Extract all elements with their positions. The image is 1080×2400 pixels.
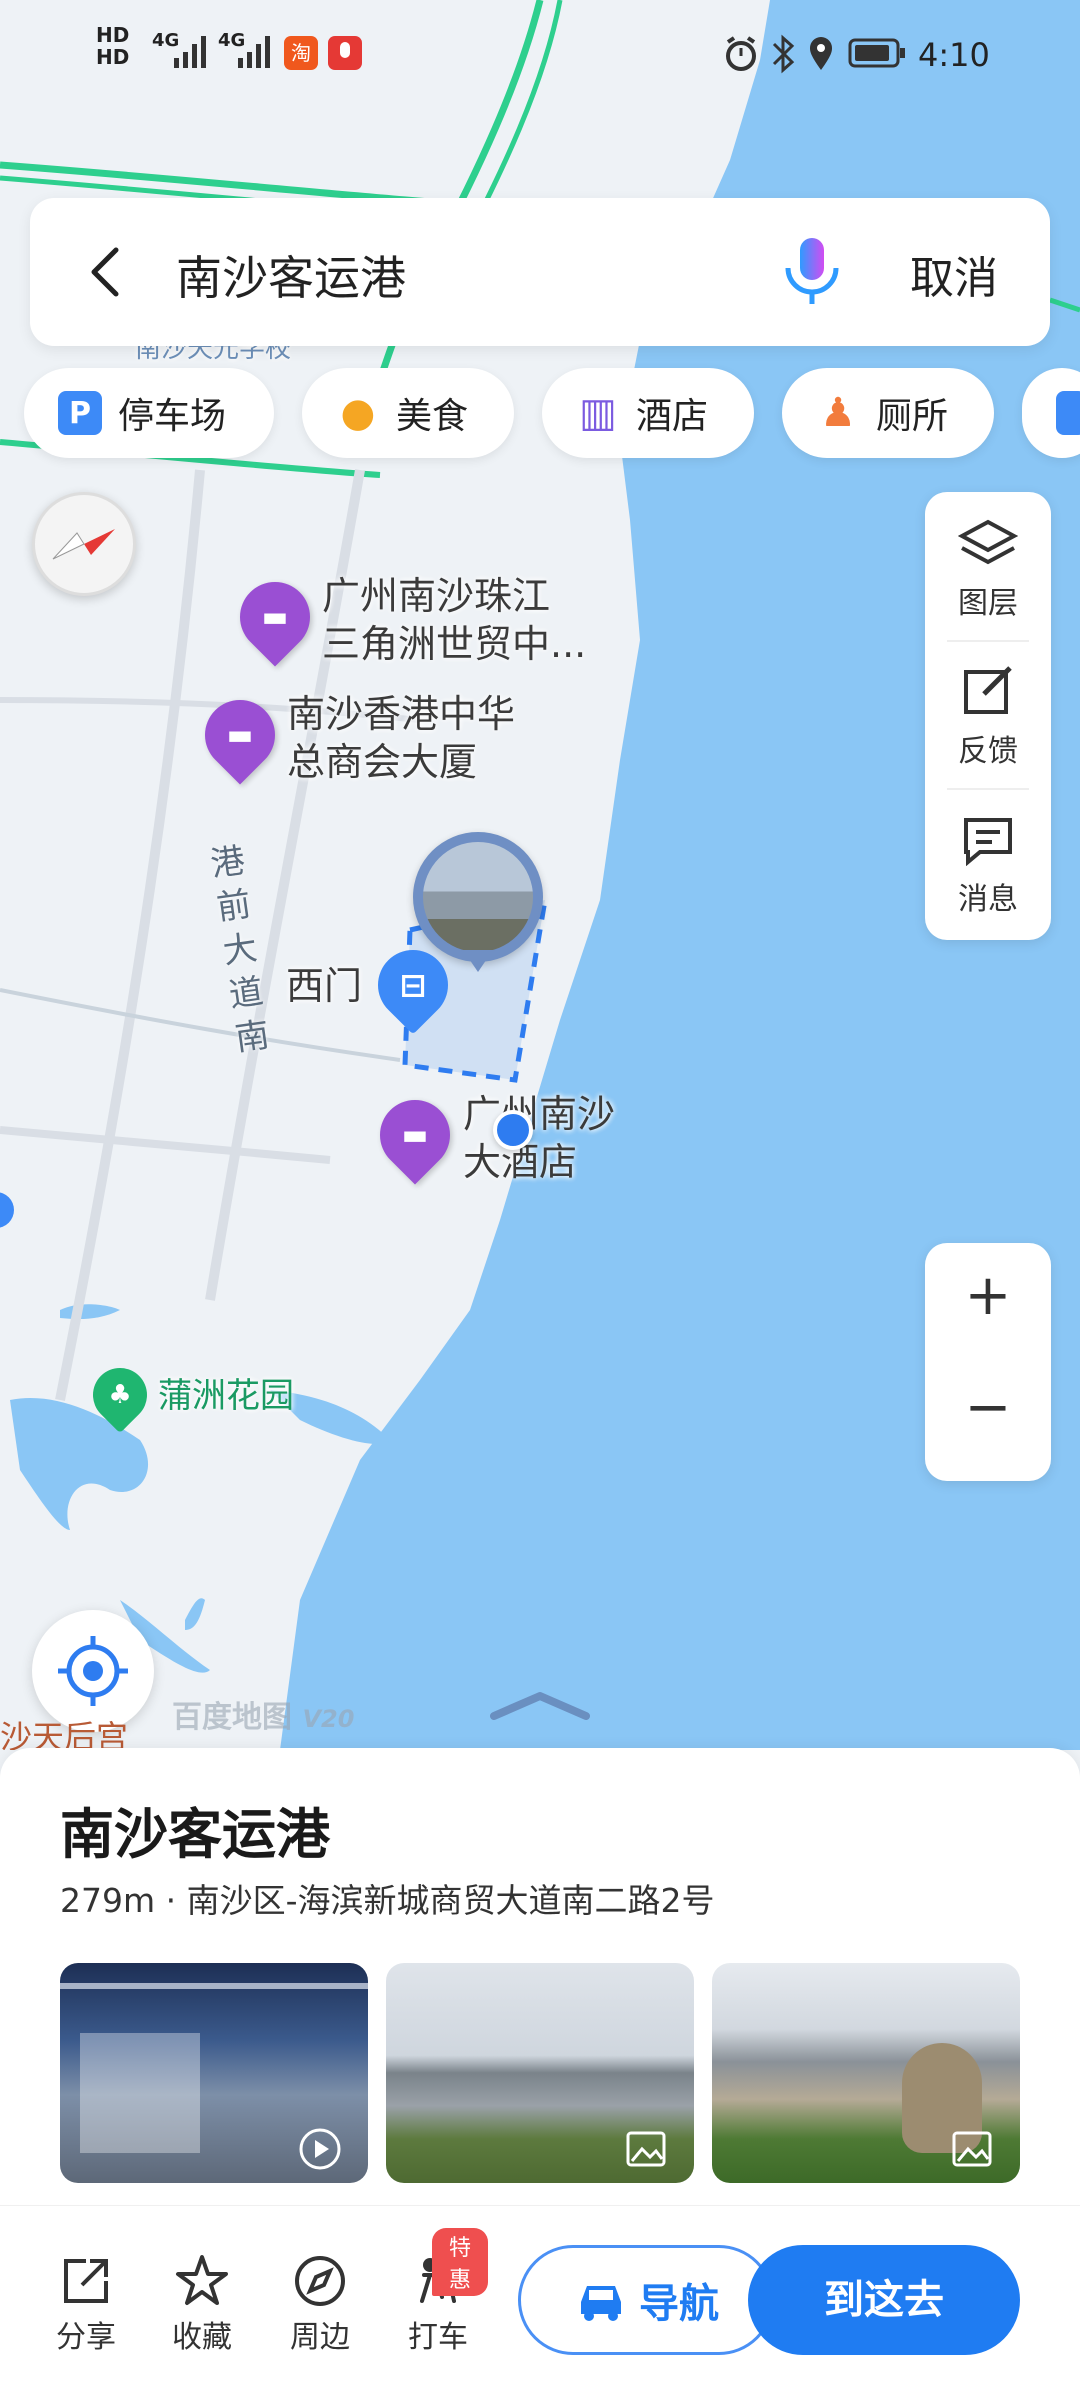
back-icon[interactable] bbox=[86, 244, 126, 300]
nearby-button[interactable]: 周边 bbox=[270, 2250, 370, 2356]
compass-icon bbox=[52, 529, 115, 560]
go-here-button[interactable]: 到这去 bbox=[748, 2245, 1020, 2355]
sheet-expand-handle[interactable] bbox=[490, 1686, 590, 1726]
map-watermark: 百度地图 V20 bbox=[172, 1692, 354, 1736]
photo-detail bbox=[60, 1983, 368, 1989]
feedback-button[interactable]: 反馈 bbox=[925, 666, 1051, 770]
zoom-out-button[interactable]: − bbox=[925, 1375, 1051, 1440]
hd-indicator: HD HD bbox=[96, 24, 129, 68]
chip-label: 酒店 bbox=[636, 396, 709, 437]
more-category-icon bbox=[1056, 391, 1080, 435]
photo-detail bbox=[80, 2033, 200, 2153]
chip-toilet[interactable]: ♟ 厕所 bbox=[782, 368, 994, 458]
chip-label: 美食 bbox=[396, 396, 469, 437]
messages-label: 消息 bbox=[958, 882, 1018, 917]
place-title: 南沙客运港 bbox=[60, 1803, 330, 1866]
status-bar: HD HD 4G 4G 淘 4:10 bbox=[0, 0, 1080, 110]
search-bar: 南沙客运港 取消 bbox=[30, 198, 1050, 346]
parking-icon: P bbox=[58, 391, 102, 435]
signal-icon bbox=[174, 36, 206, 68]
star-icon bbox=[176, 2255, 228, 2305]
nearby-label: 周边 bbox=[290, 2320, 350, 2355]
bluetooth-icon bbox=[772, 34, 795, 74]
hotel-icon: ▥ bbox=[579, 390, 617, 436]
hd2: HD bbox=[96, 45, 130, 69]
compass-icon bbox=[295, 2256, 345, 2306]
watermark-version: V20 bbox=[302, 1705, 355, 1733]
signal-icon bbox=[238, 36, 270, 68]
cancel-button[interactable]: 取消 bbox=[910, 242, 998, 306]
map-tools-panel: 图层 反馈 消息 bbox=[925, 492, 1051, 940]
park-pin-icon[interactable]: ♣ bbox=[81, 1356, 159, 1434]
poi1-line1: 广州南沙珠江 bbox=[322, 574, 551, 618]
favorite-button[interactable]: 收藏 bbox=[152, 2250, 252, 2356]
chip-parking[interactable]: P 停车场 bbox=[24, 368, 274, 458]
chip-label: 厕所 bbox=[876, 396, 949, 437]
gate-pin-icon[interactable]: ⊟ bbox=[363, 935, 463, 1035]
share-icon bbox=[64, 2259, 108, 2303]
image-icon bbox=[626, 2131, 666, 2167]
food-icon: ● bbox=[340, 390, 376, 436]
location-icon bbox=[810, 37, 832, 70]
location-dot-icon bbox=[493, 1110, 533, 1150]
poi-label-chamber[interactable]: 南沙香港中华 总商会大厦 bbox=[287, 690, 515, 786]
photo-terminal-1[interactable] bbox=[386, 1963, 694, 2183]
place-photo-marker[interactable] bbox=[413, 832, 543, 972]
navigate-label: 导航 bbox=[639, 2281, 719, 2327]
compass-button[interactable] bbox=[32, 492, 136, 596]
chevron-up-icon bbox=[490, 1692, 590, 1720]
chip-hotel[interactable]: ▥ 酒店 bbox=[542, 368, 754, 458]
park-label[interactable]: 蒲洲花园 bbox=[158, 1372, 294, 1420]
clock: 4:10 bbox=[918, 36, 990, 74]
layers-icon bbox=[957, 519, 1019, 565]
zoom-in-button[interactable]: + bbox=[925, 1263, 1051, 1328]
messages-button[interactable]: 消息 bbox=[925, 814, 1051, 918]
feedback-label: 反馈 bbox=[958, 734, 1018, 769]
toilet-icon: ♟ bbox=[820, 390, 856, 436]
battery-icon bbox=[848, 38, 905, 68]
alarm-icon bbox=[726, 36, 756, 71]
taobao-notification-icon: 淘 bbox=[284, 36, 318, 70]
hd1: HD bbox=[96, 23, 130, 47]
layers-button[interactable]: 图层 bbox=[925, 518, 1051, 622]
photo-terminal-2[interactable] bbox=[712, 1963, 1020, 2183]
car-icon bbox=[581, 2286, 621, 2321]
divider bbox=[947, 788, 1029, 790]
poi2-line2: 总商会大厦 bbox=[287, 740, 478, 784]
message-icon bbox=[964, 818, 1012, 867]
poi1-line2: 三角洲世贸中... bbox=[322, 622, 587, 666]
favorite-label: 收藏 bbox=[172, 2320, 232, 2355]
hotel-line2: 大酒店 bbox=[463, 1140, 578, 1184]
image-icon bbox=[952, 2131, 992, 2167]
hotel-line1: 广州南沙 bbox=[463, 1092, 616, 1136]
place-distance: 279m bbox=[60, 1881, 156, 1920]
voice-mic-icon[interactable] bbox=[780, 234, 844, 310]
taxi-label: 打车 bbox=[408, 2320, 468, 2355]
photo-video-thumb[interactable] bbox=[60, 1963, 368, 2183]
zoom-panel: + − bbox=[925, 1243, 1051, 1481]
share-label: 分享 bbox=[56, 2320, 116, 2355]
taxi-promo-badge: 特惠 bbox=[432, 2228, 488, 2296]
poi2-line1: 南沙香港中华 bbox=[287, 692, 516, 736]
layers-label: 图层 bbox=[958, 586, 1018, 621]
west-gate-label[interactable]: 西门 bbox=[286, 962, 362, 1010]
chip-label: 停车场 bbox=[118, 396, 227, 437]
watermark-text: 百度地图 bbox=[172, 1700, 292, 1735]
poi-label-world-trade[interactable]: 广州南沙珠江 三角洲世贸中... bbox=[322, 572, 586, 668]
place-address[interactable]: 南沙区-海滨新城商贸大道南二路2号 bbox=[187, 1881, 715, 1920]
edit-icon bbox=[964, 666, 1012, 714]
video-play-icon bbox=[299, 2128, 341, 2170]
share-button[interactable]: 分享 bbox=[36, 2250, 136, 2356]
marker-tail bbox=[463, 950, 493, 972]
chip-food[interactable]: ● 美食 bbox=[302, 368, 514, 458]
marker-photo bbox=[423, 842, 533, 952]
search-input[interactable]: 南沙客运港 bbox=[176, 242, 406, 308]
place-subtitle: 279m · 南沙区-海滨新城商贸大道南二路2号 bbox=[60, 1881, 715, 1920]
navigate-button[interactable]: 导航 bbox=[518, 2245, 774, 2355]
poi-label-nansha-hotel[interactable]: 广州南沙 大酒店 bbox=[463, 1090, 615, 1186]
temple-label[interactable]: 沙天后宫 bbox=[0, 1712, 128, 1750]
divider bbox=[947, 640, 1029, 642]
taxi-button[interactable]: 打车 特惠 bbox=[388, 2228, 488, 2356]
recorder-notification-icon bbox=[328, 36, 362, 70]
